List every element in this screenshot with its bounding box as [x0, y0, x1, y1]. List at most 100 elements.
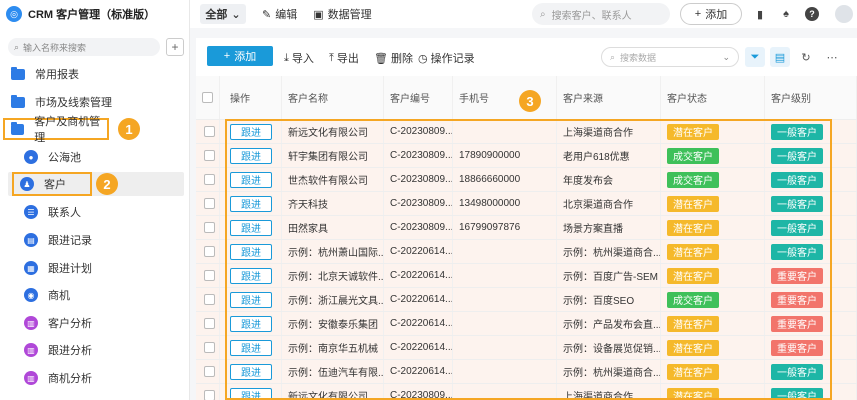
operation-cell: 跟进 [224, 336, 282, 359]
more-button[interactable]: ⋯ [822, 47, 842, 67]
customer-name-cell: 示例：杭州萧山国际... [282, 240, 384, 263]
table-row[interactable]: 跟进 田然家具 C-20230809... 16799097876 场景方案直播 潜在客户… [196, 216, 857, 240]
select-all-checkbox[interactable] [202, 92, 213, 103]
table-row[interactable]: 跟进 轩宇集团有限公司 C-20230809... 17890900000 老用户618… [196, 144, 857, 168]
follow-up-button[interactable]: 跟进 [230, 195, 272, 212]
import-button[interactable]: ⤓ 导入 [284, 50, 314, 66]
table-row[interactable]: 跟进 示例：浙江晨光文具... C-20220614... 示例：百度SEO 成交客户 重… [196, 288, 857, 312]
refresh-button[interactable]: ↻ [796, 47, 816, 67]
level-badge: 一般客户 [771, 219, 823, 236]
delete-button[interactable]: 🗑 删除 [374, 50, 413, 66]
customer-code-cell: C-20220614... [384, 360, 453, 383]
help-icon[interactable]: ? [805, 7, 819, 21]
row-checkbox[interactable] [204, 174, 215, 185]
sidebar-search-input[interactable]: ⌕ 输入名称来搜索 [8, 38, 160, 56]
table-row[interactable]: 跟进 世杰软件有限公司 C-20230809... 18866660000 年度发布会成… [196, 168, 857, 192]
sidebar-item-market[interactable]: 市场及线索管理 [0, 90, 190, 114]
data-management-button[interactable]: ▣ 数据管理 [313, 6, 371, 22]
customer-table: 操作 客户名称 客户编号 手机号 客户来源 客户状态 客户级别 跟进 新远文化有限… [196, 76, 857, 400]
customer-code-cell: C-20230809... [384, 192, 453, 215]
row-checkbox[interactable] [204, 270, 215, 281]
sidebar-item-customer-business[interactable]: 客户及商机管理 [3, 116, 109, 144]
customer-icon: ♟ [20, 177, 34, 191]
sidebar-item-customer-analysis[interactable]: ▥ 客户分析 [0, 311, 190, 335]
global-search-input[interactable]: ⌕ 搜索客户、联系人 [532, 3, 670, 25]
sidebar-item-contacts[interactable]: ☰ 联系人 [0, 200, 190, 224]
follow-up-button[interactable]: 跟进 [230, 219, 272, 236]
follow-up-button[interactable]: 跟进 [230, 147, 272, 164]
row-checkbox[interactable] [204, 150, 215, 161]
table-row[interactable]: 跟进 新远文化有限公司 C-20230809... 上海渠道商合作 潜在客户 一般客户 [196, 120, 857, 144]
column-header[interactable]: 客户名称 [282, 76, 384, 119]
follow-up-button[interactable]: 跟进 [230, 123, 272, 140]
level-badge: 一般客户 [771, 363, 823, 380]
row-select-cell [196, 384, 220, 400]
row-checkbox[interactable] [204, 126, 215, 137]
pool-icon: ● [24, 150, 38, 164]
plus-icon: + [223, 50, 231, 62]
add-record-button[interactable]: + 添加 [207, 46, 273, 66]
customer-source-cell: 示例：产品发布会直... [557, 312, 661, 335]
table-row[interactable]: 跟进 示例：杭州萧山国际... C-20220614... 示例：杭州渠道商合... 潜… [196, 240, 857, 264]
column-header[interactable]: 客户来源 [557, 76, 661, 119]
row-checkbox[interactable] [204, 342, 215, 353]
row-checkbox[interactable] [204, 318, 215, 329]
follow-up-button[interactable]: 跟进 [230, 363, 272, 380]
follow-up-button[interactable]: 跟进 [230, 171, 272, 188]
phone-cell [453, 336, 557, 359]
table-search-input[interactable]: ⌕ 搜索数据 ⌄ [601, 47, 739, 67]
sidebar-item-follow-analysis[interactable]: ▥ 跟进分析 [0, 338, 190, 362]
column-header[interactable]: 客户级别 [765, 76, 857, 119]
sidebar-item-opportunity[interactable]: ◉ 商机 [0, 283, 190, 307]
follow-up-button[interactable]: 跟进 [230, 267, 272, 284]
sidebar-item-follow-records[interactable]: ▤ 跟进记录 [0, 228, 190, 252]
sidebar-item-public-pool[interactable]: ● 公海池 [0, 145, 190, 169]
global-add-button[interactable]: + 添加 [680, 3, 742, 25]
row-checkbox[interactable] [204, 246, 215, 257]
export-label: 导出 [336, 53, 359, 65]
search-icon: ⌕ [540, 8, 546, 20]
table-search-placeholder: 搜索数据 [620, 52, 657, 63]
table-row[interactable]: 跟进 示例：南京华五机械 C-20220614... 示例：设备展览促销... 潜在客户… [196, 336, 857, 360]
row-checkbox[interactable] [204, 222, 215, 233]
book-icon[interactable]: ▮ [753, 7, 767, 21]
customer-source-cell: 示例：杭州渠道商合... [557, 360, 661, 383]
column-header[interactable]: 客户编号 [384, 76, 453, 119]
follow-up-button[interactable]: 跟进 [230, 315, 272, 332]
follow-up-button[interactable]: 跟进 [230, 387, 272, 400]
customer-source-cell: 示例：杭州渠道商合... [557, 240, 661, 263]
bell-icon[interactable]: ♠ [779, 7, 793, 21]
customer-status-cell: 潜在客户 [661, 192, 765, 215]
column-header[interactable]: 手机号 [453, 76, 557, 119]
row-checkbox[interactable] [204, 294, 215, 305]
follow-up-button[interactable]: 跟进 [230, 291, 272, 308]
table-row[interactable]: 跟进 示例：伍迪汽车有限... C-20220614... 示例：杭州渠道商合... 潜… [196, 360, 857, 384]
table-row[interactable]: 跟进 示例：北京天诚软件... C-20220614... 示例：百度广告-SEM 潜在… [196, 264, 857, 288]
customer-status-cell: 潜在客户 [661, 336, 765, 359]
filter-button[interactable]: ⏷ [745, 47, 765, 67]
row-checkbox[interactable] [204, 198, 215, 209]
sidebar-item-reports[interactable]: 常用报表 [0, 62, 190, 86]
add-record-label: 添加 [234, 51, 257, 63]
edit-button[interactable]: ✎ 编辑 [262, 6, 297, 22]
follow-up-button[interactable]: 跟进 [230, 339, 272, 356]
view-select-label: 全部 [205, 9, 228, 21]
table-row[interactable]: 跟进 齐天科技 C-20230809... 13498000000 北京渠道商合作 潜在客… [196, 192, 857, 216]
status-badge: 成交客户 [667, 147, 719, 164]
export-button[interactable]: ⤒ 导出 [329, 50, 359, 66]
sidebar-item-follow-plan[interactable]: ▦ 跟进计划 [0, 256, 190, 280]
column-header[interactable]: 客户状态 [661, 76, 765, 119]
follow-up-button[interactable]: 跟进 [230, 243, 272, 260]
sidebar-item-opportunity-analysis[interactable]: ▥ 商机分析 [0, 366, 190, 390]
sidebar-add-button[interactable]: + [166, 38, 184, 56]
row-checkbox[interactable] [204, 390, 215, 400]
table-row[interactable]: 跟进 新远文化有限公司 C-20230809... 上海渠道商合作 潜在客户 一般客户 [196, 384, 857, 400]
table-row[interactable]: 跟进 示例：安徽泰乐集团 C-20220614... 示例：产品发布会直... 潜在客户… [196, 312, 857, 336]
view-toggle-button[interactable]: ▤ [770, 47, 790, 67]
avatar[interactable] [835, 5, 853, 23]
view-select[interactable]: 全部 ⌄ [200, 4, 246, 24]
operation-log-button[interactable]: ◷ 操作记录 [418, 50, 475, 66]
row-checkbox[interactable] [204, 366, 215, 377]
customer-status-cell: 成交客户 [661, 144, 765, 167]
phone-cell [453, 288, 557, 311]
